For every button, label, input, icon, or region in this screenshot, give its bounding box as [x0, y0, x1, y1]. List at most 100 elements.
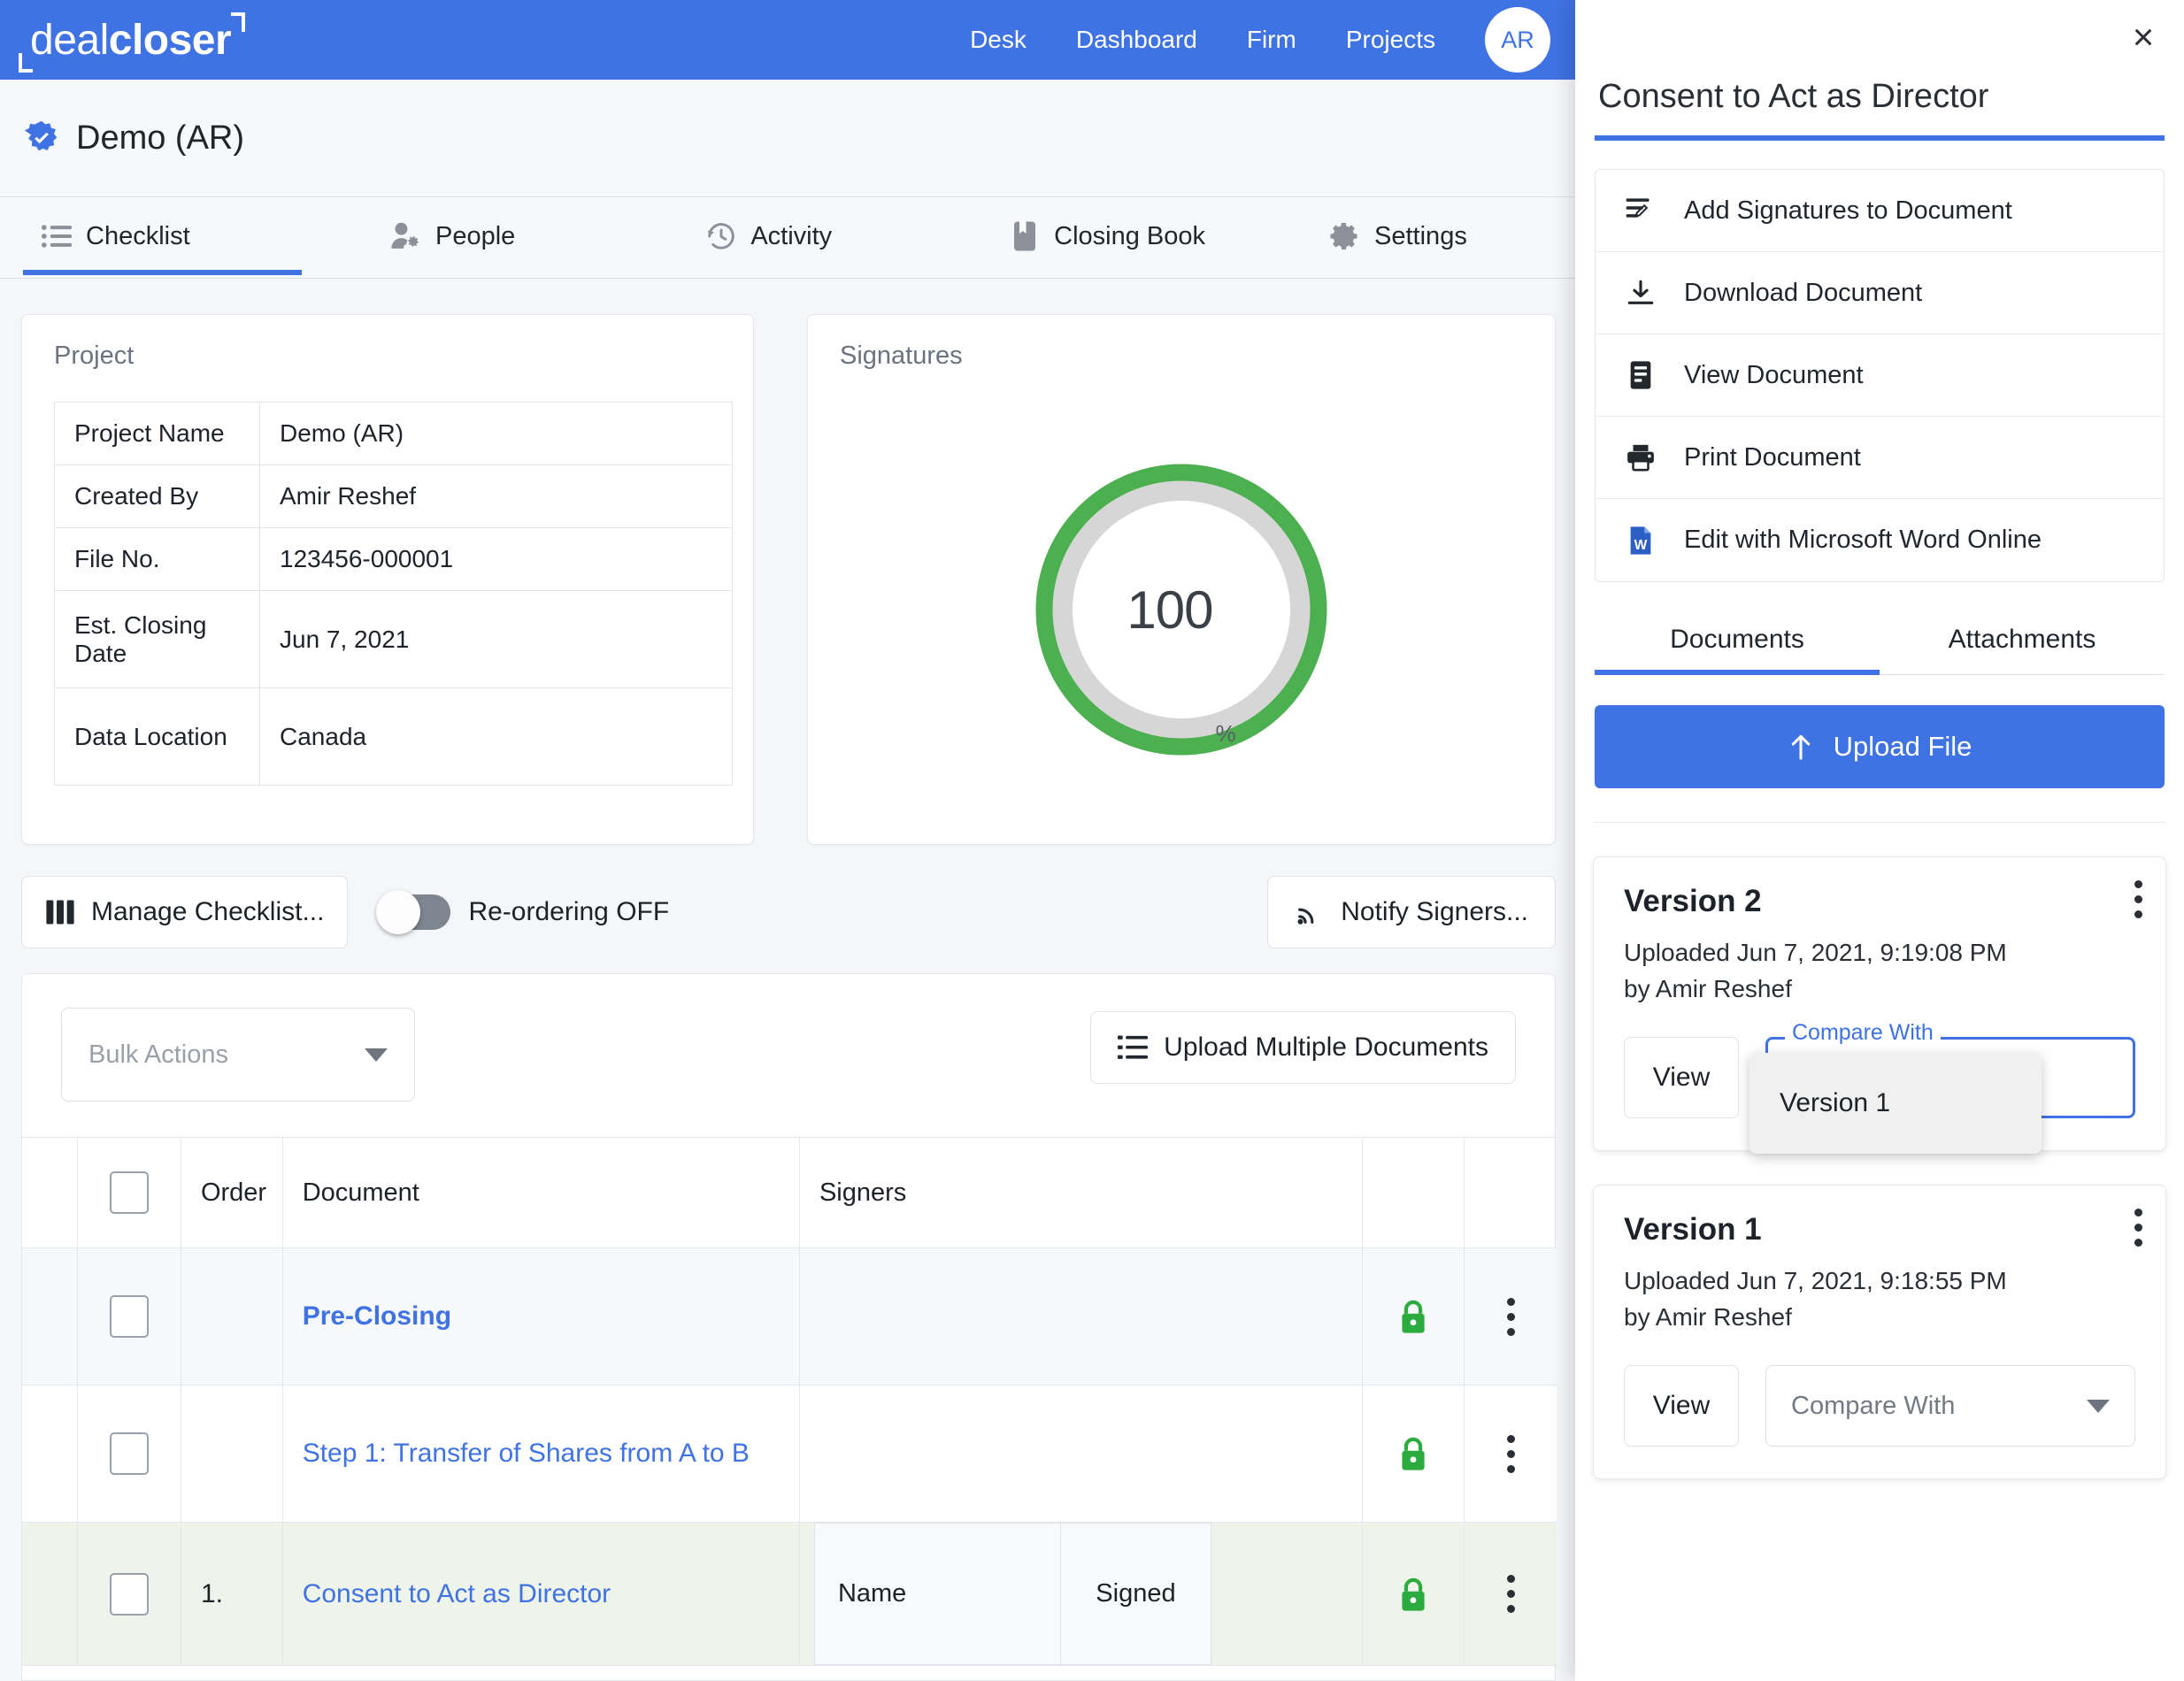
row-document-cell: Pre-Closing	[282, 1247, 800, 1385]
logo-bracket-bottom-left	[19, 52, 33, 73]
signature-edit-icon	[1624, 194, 1657, 227]
row-overflow-menu[interactable]	[1465, 1434, 1557, 1473]
group-link-pre-closing[interactable]: Pre-Closing	[303, 1301, 451, 1331]
chevron-down-icon	[2087, 1399, 2110, 1413]
compare-option-version-1[interactable]: Version 1	[1750, 1072, 2042, 1134]
version-2-compare-select[interactable]: Compare With Version 1	[1750, 1022, 2135, 1155]
row-menu-cell	[1464, 1385, 1557, 1523]
file-no-key: File No.	[54, 527, 260, 591]
action-download-document-label: Download Document	[1684, 278, 1923, 307]
reordering-label: Re-ordering OFF	[468, 897, 670, 926]
documents-table: Order Document Signers Pre-Closing Step …	[22, 1137, 1557, 1666]
row-document-cell: Step 1: Transfer of Shares from A to B	[282, 1385, 800, 1523]
tab-people[interactable]: People	[373, 197, 533, 275]
broadcast-icon	[1297, 908, 1314, 925]
tab-attachments[interactable]: Attachments	[1880, 607, 2165, 674]
download-icon	[1624, 276, 1657, 310]
row-order: 1.	[181, 1522, 283, 1666]
version-1-compare-select[interactable]: Compare With	[1765, 1365, 2135, 1447]
upload-multiple-documents-button[interactable]: Upload Multiple Documents	[1090, 1011, 1516, 1084]
row-checkbox[interactable]	[110, 1432, 150, 1475]
action-add-signatures[interactable]: Add Signatures to Document	[1596, 170, 2164, 252]
verified-badge-icon	[24, 120, 58, 151]
reordering-toggle[interactable]	[376, 890, 451, 934]
list-toolbar: Bulk Actions Upload Multiple Documents	[22, 974, 1555, 1101]
signers-signed-header: Signed	[1059, 1523, 1211, 1665]
project-name-value: Demo (AR)	[259, 402, 733, 465]
tab-settings[interactable]: Settings	[1311, 197, 1485, 275]
action-view-document-label: View Document	[1684, 360, 1864, 389]
close-icon[interactable]: ×	[2122, 16, 2165, 58]
action-edit-with-word-online[interactable]: W Edit with Microsoft Word Online	[1596, 499, 2164, 581]
panel-tabs: Documents Attachments	[1595, 607, 2165, 675]
upload-file-button[interactable]: Upload File	[1595, 705, 2165, 788]
lock-icon[interactable]	[1397, 1435, 1429, 1472]
donut-value: 100	[1127, 580, 1213, 640]
header-document: Document	[282, 1137, 800, 1248]
select-all-checkbox[interactable]	[110, 1171, 150, 1214]
row-overflow-menu[interactable]	[1465, 1575, 1557, 1613]
version-2-compare-label: Compare With	[1785, 1022, 1941, 1045]
row-order	[181, 1385, 283, 1523]
project-info-table: Project Name Demo (AR) Created By Amir R…	[54, 402, 733, 786]
row-lock-cell	[1362, 1385, 1465, 1523]
svg-text:W: W	[1634, 537, 1648, 552]
chevron-down-icon	[365, 1048, 388, 1062]
action-print-document[interactable]: Print Document	[1596, 417, 2164, 499]
est-closing-date-key: Est. Closing Date	[54, 590, 260, 688]
app-root: deal closer Desk Dashboard Firm Projects…	[0, 0, 2184, 1681]
nav-link-projects[interactable]: Projects	[1346, 26, 1435, 54]
project-card-label: Project	[54, 342, 135, 370]
row-checkbox[interactable]	[110, 1572, 150, 1616]
version-2-title: Version 2	[1624, 884, 1762, 918]
action-download-document[interactable]: Download Document	[1596, 252, 2164, 334]
step-link-transfer-of-shares[interactable]: Step 1: Transfer of Shares from A to B	[303, 1439, 750, 1468]
nav-link-firm[interactable]: Firm	[1247, 26, 1296, 54]
lock-icon[interactable]	[1397, 1576, 1429, 1613]
notify-signers-button[interactable]: Notify Signers...	[1267, 876, 1556, 948]
tab-closing-book[interactable]: Closing Book	[991, 197, 1223, 275]
nav-link-dashboard[interactable]: Dashboard	[1076, 26, 1197, 54]
header-order: Order	[181, 1137, 283, 1248]
row-signers-cell	[799, 1385, 1364, 1523]
user-avatar[interactable]: AR	[1485, 7, 1550, 73]
version-1-by: by Amir Reshef	[1624, 1302, 1792, 1331]
est-closing-date-value: Jun 7, 2021	[259, 590, 733, 688]
manage-checklist-label: Manage Checklist...	[91, 897, 325, 926]
dealcloser-logo[interactable]: deal closer	[19, 12, 246, 73]
donut-center-label: 100 %	[1031, 459, 1332, 760]
version-1-overflow-menu[interactable]	[2134, 1209, 2142, 1247]
action-edit-with-word-online-label: Edit with Microsoft Word Online	[1684, 526, 2042, 554]
row-checkbox[interactable]	[110, 1295, 150, 1338]
top-navigation-bar: deal closer Desk Dashboard Firm Projects…	[0, 0, 1575, 80]
table-row[interactable]: Pre-Closing	[22, 1247, 1557, 1385]
list-icon	[1118, 1035, 1149, 1059]
bulk-actions-select[interactable]: Bulk Actions	[61, 1008, 415, 1101]
row-document-cell: Consent to Act as Director	[282, 1522, 800, 1666]
donut-unit: %	[1215, 720, 1236, 747]
tab-activity[interactable]: Activity	[688, 197, 850, 275]
tab-checklist[interactable]: Checklist	[23, 197, 302, 275]
table-row[interactable]: 1. Consent to Act as Director Name Signe…	[22, 1522, 1557, 1666]
version-1-view-button[interactable]: View	[1624, 1365, 1739, 1447]
bulk-actions-placeholder: Bulk Actions	[88, 1040, 228, 1069]
table-row: Data Location Canada	[54, 687, 733, 786]
version-2-view-button[interactable]: View	[1624, 1037, 1739, 1119]
logo-text-closer: closer	[108, 16, 232, 64]
row-overflow-menu[interactable]	[1465, 1297, 1557, 1336]
table-row[interactable]: Step 1: Transfer of Shares from A to B	[22, 1385, 1557, 1523]
row-checkbox-cell	[77, 1522, 181, 1666]
tab-documents[interactable]: Documents	[1595, 607, 1880, 675]
table-row: Name Signed	[813, 1523, 1211, 1665]
version-2-overflow-menu[interactable]	[2134, 880, 2142, 918]
document-link-consent-to-act-as-director[interactable]: Consent to Act as Director	[303, 1579, 611, 1608]
nav-link-desk[interactable]: Desk	[970, 26, 1027, 54]
action-print-document-label: Print Document	[1684, 442, 1861, 472]
manage-checklist-button[interactable]: Manage Checklist...	[21, 876, 349, 948]
created-by-value: Amir Reshef	[259, 464, 733, 528]
lock-icon[interactable]	[1397, 1298, 1429, 1335]
version-card-2: Version 2 Uploaded Jun 7, 2021, 9:19:08 …	[1593, 856, 2166, 1155]
row-checkbox-cell	[77, 1385, 181, 1523]
action-view-document[interactable]: View Document	[1596, 334, 2164, 417]
upload-file-label: Upload File	[1833, 731, 1973, 762]
